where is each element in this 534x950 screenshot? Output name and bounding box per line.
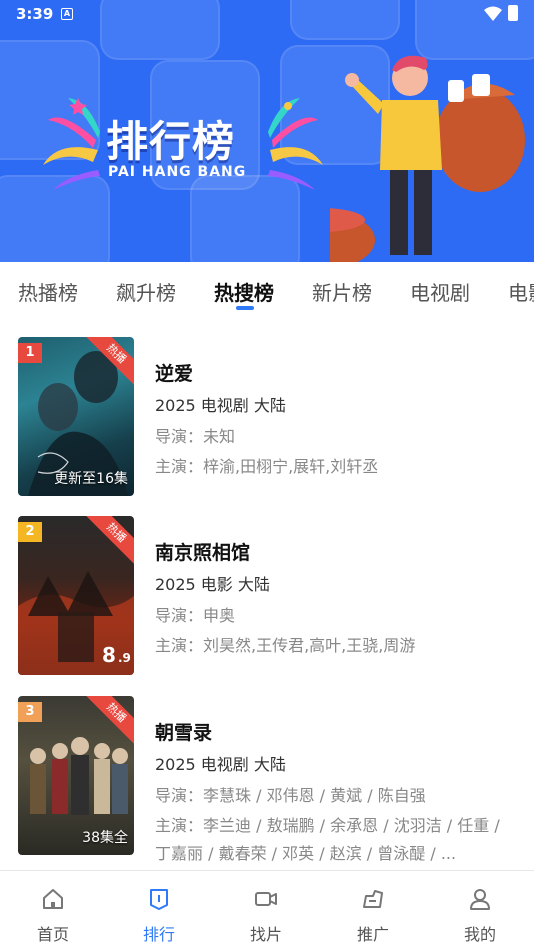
tab-movie[interactable]: 电影 — [508, 277, 534, 306]
tab-hot-search[interactable]: 热搜榜 — [214, 277, 274, 306]
svg-text:.9: .9 — [118, 651, 131, 665]
list-item[interactable]: 1 热播 更新至16集 逆爱 2025 电视剧 大陆 导演：未知 主演：梓渝,田… — [0, 337, 534, 497]
home-icon — [43, 889, 63, 909]
item-cast: 主演：李兰迪 / 敖瑞鹏 / 余承恩 / 沈羽洁 / 任重 / 丁嘉丽 / 戴春… — [155, 816, 500, 863]
poster-image[interactable]: 8 .9 2 热播 — [18, 516, 134, 675]
rank-badge: 2 — [18, 522, 42, 542]
list-item[interactable]: 8 .9 2 热播 南京照相馆 2025 电影 大陆 导演：申奥 主演：刘昊然,… — [0, 516, 534, 676]
notification-icon: A — [61, 8, 73, 20]
mascot-illustration-icon — [330, 55, 525, 262]
rank-badge: 3 — [18, 702, 42, 722]
item-meta: 2025 电影 大陆 — [155, 575, 270, 594]
ranking-banner: 3:39 A 排行榜 PAI HANG BANG — [0, 0, 534, 262]
nav-home-label: 首页 — [36, 925, 69, 944]
wifi-icon — [484, 6, 502, 21]
nav-find[interactable]: 找片 — [213, 871, 319, 950]
episode-status: 更新至16集 — [54, 471, 128, 487]
category-tabs: 热播榜 飙升榜 热搜榜 新片榜 电视剧 电影 — [0, 262, 534, 318]
nav-ranking[interactable]: 排行 — [106, 871, 212, 950]
status-time: 3:39 — [16, 5, 54, 23]
tab-tv-series[interactable]: 电视剧 — [410, 277, 470, 306]
battery-icon — [508, 5, 518, 21]
nav-ranking-label: 排行 — [142, 925, 175, 944]
item-director: 导演：未知 — [155, 427, 236, 446]
share-icon — [363, 890, 383, 908]
status-bar: 3:39 A — [0, 0, 534, 30]
list-item[interactable]: 3 热播 38集全 朝雪录 2025 电视剧 大陆 导演：李慧珠 / 邓伟恩 /… — [0, 696, 534, 863]
item-cast: 主演：梓渝,田栩宁,展轩,刘轩丞 — [155, 457, 379, 476]
tab-hot-play[interactable]: 热播榜 — [18, 277, 78, 306]
active-tab-indicator — [236, 306, 254, 310]
item-title[interactable]: 逆爱 — [155, 359, 193, 386]
nav-profile-label: 我的 — [463, 925, 496, 944]
nav-find-label: 找片 — [249, 925, 282, 944]
item-title[interactable]: 朝雪录 — [155, 718, 212, 745]
item-title[interactable]: 南京照相馆 — [155, 538, 250, 565]
user-icon — [470, 889, 490, 910]
item-meta: 2025 电视剧 大陆 — [155, 396, 286, 415]
item-cast: 主演：刘昊然,王传君,高叶,王骁,周游 — [155, 636, 416, 655]
tab-rising[interactable]: 飙升榜 — [116, 277, 176, 306]
poster-image[interactable]: 3 热播 38集全 — [18, 696, 134, 855]
tab-new-release[interactable]: 新片榜 — [312, 277, 372, 306]
bottom-navigation: 首页 排行 找片 推广 我的 — [0, 870, 534, 950]
nav-home[interactable]: 首页 — [0, 871, 106, 950]
video-camera-icon — [255, 892, 277, 906]
nav-profile[interactable]: 我的 — [427, 871, 533, 950]
episode-status: 38集全 — [82, 830, 128, 846]
item-director: 导演：申奥 — [155, 606, 236, 625]
banner-logo: 排行榜 PAI HANG BANG — [38, 90, 328, 190]
banner-subtitle: PAI HANG BANG — [108, 164, 247, 180]
banner-title: 排行榜 — [106, 117, 236, 166]
svg-text:8: 8 — [102, 643, 116, 667]
item-meta: 2025 电视剧 大陆 — [155, 755, 286, 774]
ranking-icon — [150, 889, 168, 910]
nav-promote[interactable]: 推广 — [320, 871, 426, 950]
rank-badge: 1 — [18, 343, 42, 363]
nav-promote-label: 推广 — [356, 925, 389, 944]
poster-image[interactable]: 1 热播 更新至16集 — [18, 337, 134, 496]
item-director: 导演：李慧珠 / 邓伟恩 / 黄斌 / 陈自强 — [155, 786, 426, 805]
